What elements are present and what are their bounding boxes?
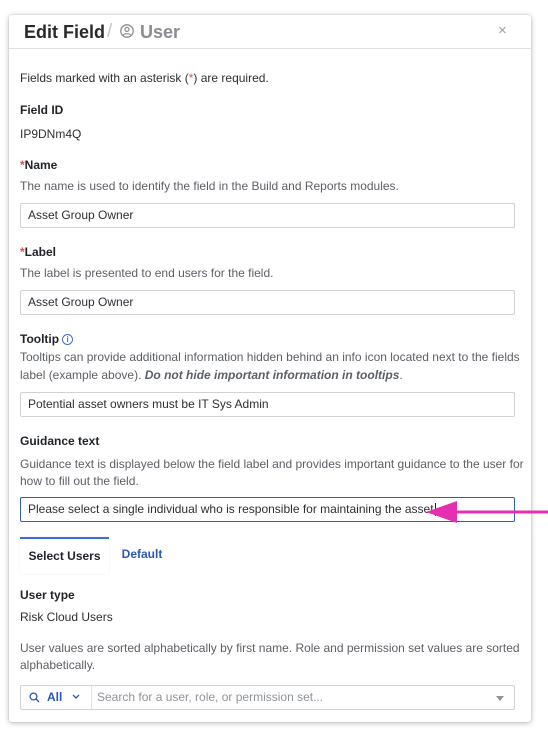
tab-default[interactable]: Default xyxy=(119,537,165,572)
tooltip-input[interactable]: Potential asset owners must be IT Sys Ad… xyxy=(20,392,515,417)
search-filter-label: All xyxy=(47,690,63,704)
field-id-value: IP9DNm4Q xyxy=(20,127,82,141)
sort-note-2: alphabetically. xyxy=(20,658,96,672)
label-help: The label is presented to end users for … xyxy=(20,266,274,280)
panel-subtitle: User xyxy=(140,22,181,42)
panel-title: Edit Field xyxy=(24,22,105,42)
name-input[interactable]: Asset Group Owner xyxy=(20,203,515,228)
label-label: *Label xyxy=(20,245,57,259)
sort-note-1: User values are sorted alphabetically by… xyxy=(20,641,520,655)
name-help: The name is used to identify the field i… xyxy=(20,179,399,193)
tooltip-label: Tooltip i xyxy=(20,331,74,347)
tab-select-users[interactable]: Select Users xyxy=(20,537,109,574)
guidance-help-2: how to fill out the field. xyxy=(20,474,139,488)
panel-header: Edit Field / User × xyxy=(9,15,531,48)
user-type-value: Risk Cloud Users xyxy=(20,610,113,624)
user-search-field[interactable]: All Search for a user, role, or permissi… xyxy=(20,685,515,710)
close-icon[interactable]: × xyxy=(498,22,507,39)
tooltip-help-2: label (example above). Do not hide impor… xyxy=(20,368,403,382)
required-note: Fields marked with an asterisk (*) are r… xyxy=(20,71,269,85)
search-filter-dropdown[interactable]: All xyxy=(21,686,92,709)
user-type-label: User type xyxy=(20,588,75,602)
guidance-label: Guidance text xyxy=(20,434,100,448)
search-icon xyxy=(29,692,40,703)
header-divider xyxy=(9,48,531,49)
pink-arrow-icon xyxy=(426,501,548,523)
field-id-label: Field ID xyxy=(20,103,64,117)
info-icon[interactable]: i xyxy=(62,334,74,345)
dropdown-arrow-icon[interactable] xyxy=(496,696,504,701)
tooltip-help-1: Tooltips can provide additional informat… xyxy=(20,350,520,364)
edit-field-panel: Edit Field / User × Fields marked with a… xyxy=(9,15,531,722)
title-separator: / xyxy=(107,21,113,42)
label-input[interactable]: Asset Group Owner xyxy=(20,290,515,315)
guidance-help-1: Guidance text is displayed below the fie… xyxy=(20,457,524,471)
chevron-down-icon xyxy=(72,694,80,699)
user-circle-icon xyxy=(120,24,134,38)
name-label: *Name xyxy=(20,158,58,172)
search-input[interactable]: Search for a user, role, or permission s… xyxy=(97,686,323,709)
